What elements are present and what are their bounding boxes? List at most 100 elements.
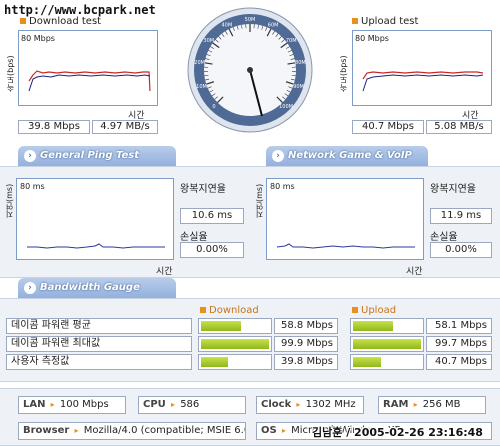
download-speed-mbps: 39.8 Mbps xyxy=(18,120,90,134)
upload-bar xyxy=(350,354,424,370)
arrow-right-icon: ▸ xyxy=(170,400,175,409)
download-value: 39.8 Mbps xyxy=(274,354,338,370)
arrow-right-icon: ▸ xyxy=(413,400,418,409)
upload-test-title: Upload test xyxy=(352,16,418,27)
ping-right-chart-svg xyxy=(276,243,415,249)
upload-speed-mbs: 5.08 MB/s xyxy=(426,120,492,134)
speed-gauge: 0 10M 20M 30M 40M 50M 60M 70M 80M 90M 100M xyxy=(186,6,314,134)
download-ylabel: 속도(bps) xyxy=(6,55,15,92)
ram-value: 256 MB xyxy=(422,399,461,410)
ping-left-xlabel: 시간 xyxy=(156,267,173,277)
ping-right-loss-value: 0.00% xyxy=(430,242,492,258)
bullet-icon xyxy=(20,18,26,24)
upload-value: 99.7 Mbps xyxy=(426,336,492,352)
cpu-info: CPU ▸ 586 xyxy=(138,396,246,414)
gauge-tick-label: 90M xyxy=(293,84,304,90)
tab-network-game-voip[interactable]: › Network Game & VoIP Test xyxy=(266,146,428,181)
author-watermark: 김남훈 / 2005-02-26 23:16:48 xyxy=(312,426,483,439)
upload-chart-svg xyxy=(362,71,484,92)
upload-bar xyxy=(350,336,424,352)
gauge-tick-label: 10M xyxy=(196,84,207,90)
arrow-icon: › xyxy=(24,150,36,162)
bandwidth-upload-header: Upload xyxy=(352,305,396,316)
arrow-right-icon: ▸ xyxy=(74,426,79,435)
clock-key: Clock xyxy=(261,399,292,410)
download-chart-svg xyxy=(28,70,151,92)
gauge-tick-label: 60M xyxy=(268,23,279,29)
download-test-title: Download test xyxy=(20,16,101,27)
gauge-tick-label: 40M xyxy=(222,23,233,29)
arrow-icon: › xyxy=(24,282,36,294)
arrow-right-icon: ▸ xyxy=(50,400,55,409)
download-value: 99.9 Mbps xyxy=(274,336,338,352)
ping-left-loss-label: 손실율 xyxy=(180,232,208,243)
tab-general-ping[interactable]: › General Ping Test xyxy=(18,146,176,166)
bandwidth-row-label: 데이콤 파워랜 평균 xyxy=(6,318,192,334)
gauge-tick-label: 70M xyxy=(286,38,297,44)
ping-right-line xyxy=(276,243,415,249)
gauge-tick-label: 50M xyxy=(245,17,256,23)
lan-info: LAN ▸ 100 Mbps xyxy=(18,396,126,414)
upload-ylabel: 속도(bps) xyxy=(339,55,348,92)
upload-value: 58.1 Mbps xyxy=(426,318,492,334)
ping-left-chart: 80 ms xyxy=(16,178,174,260)
ping-right-xlabel: 시간 xyxy=(406,267,423,277)
bandwidth-row-label: 데이콤 파워랜 최대값 xyxy=(6,336,192,352)
download-red-line xyxy=(28,70,151,92)
gauge-tick-label: 80M xyxy=(295,60,306,66)
upload-bar-fill xyxy=(353,339,421,349)
download-blue-line xyxy=(28,74,151,92)
upload-value: 40.7 Mbps xyxy=(426,354,492,370)
ping-left-chart-svg xyxy=(27,243,165,249)
lan-value: 100 Mbps xyxy=(59,399,109,410)
download-bar-fill xyxy=(201,357,228,367)
browser-info: Browser ▸ Mozilla/4.0 (compatible; MSIE … xyxy=(18,422,246,440)
download-chart: 80 Mbps xyxy=(18,30,158,106)
tab-bandwidth-gauge[interactable]: › Bandwidth Gauge xyxy=(18,278,176,298)
gauge-tick-label: 100M xyxy=(279,104,293,110)
ping-right-chart: 80 ms xyxy=(266,178,424,260)
gauge-svg: 0 10M 20M 30M 40M 50M 60M 70M 80M 90M 100M xyxy=(187,7,313,133)
ping-right-loss-label: 손실율 xyxy=(430,232,458,243)
upload-chart: 80 Mbps xyxy=(352,30,492,106)
cpu-key: CPU xyxy=(143,399,166,410)
download-bar-fill xyxy=(201,339,269,349)
ping-left-ylabel: 지연(ms) xyxy=(5,183,14,218)
download-value: 58.8 Mbps xyxy=(274,318,338,334)
browser-key: Browser xyxy=(23,425,70,436)
upload-bar-fill xyxy=(353,357,381,367)
site-watermark: http://www.bcpark.net xyxy=(4,3,156,17)
bullet-icon xyxy=(200,307,206,313)
gauge-tick-label: 30M xyxy=(203,38,214,44)
bandwidth-download-header: Download xyxy=(200,305,259,316)
download-bar-fill xyxy=(201,321,241,331)
os-key: OS xyxy=(261,425,277,436)
cpu-value: 586 xyxy=(180,399,200,410)
download-bar xyxy=(198,318,272,334)
upload-blue-line xyxy=(362,74,484,92)
upload-bar xyxy=(350,318,424,334)
clock-info: Clock ▸ 1302 MHz xyxy=(256,396,364,414)
arrow-right-icon: ▸ xyxy=(296,400,301,409)
gauge-tick-label: 0 xyxy=(212,104,215,110)
bullet-icon xyxy=(352,307,358,313)
ram-info: RAM ▸ 256 MB xyxy=(378,396,486,414)
arrow-icon: › xyxy=(272,150,284,162)
upload-bar-fill xyxy=(353,321,393,331)
bandwidth-row-label: 사용자 측정값 xyxy=(6,354,192,370)
gauge-hub xyxy=(247,67,253,73)
ram-key: RAM xyxy=(383,399,409,410)
arrow-right-icon: ▸ xyxy=(281,426,286,435)
clock-value: 1302 MHz xyxy=(305,399,356,410)
ping-left-line xyxy=(27,243,165,249)
ping-right-latency-value: 11.9 ms xyxy=(430,208,492,224)
bullet-icon xyxy=(352,18,358,24)
browser-value: Mozilla/4.0 (compatible; MSIE 6.0 xyxy=(83,425,246,436)
upload-speed-mbps: 40.7 Mbps xyxy=(352,120,424,134)
ping-left-latency-label: 왕복지연율 xyxy=(180,184,226,195)
download-bar xyxy=(198,336,272,352)
ping-right-ylabel: 지연(ms) xyxy=(255,183,264,218)
gauge-tick-label: 20M xyxy=(194,60,205,66)
lan-key: LAN xyxy=(23,399,46,410)
ping-left-latency-value: 10.6 ms xyxy=(180,208,244,224)
